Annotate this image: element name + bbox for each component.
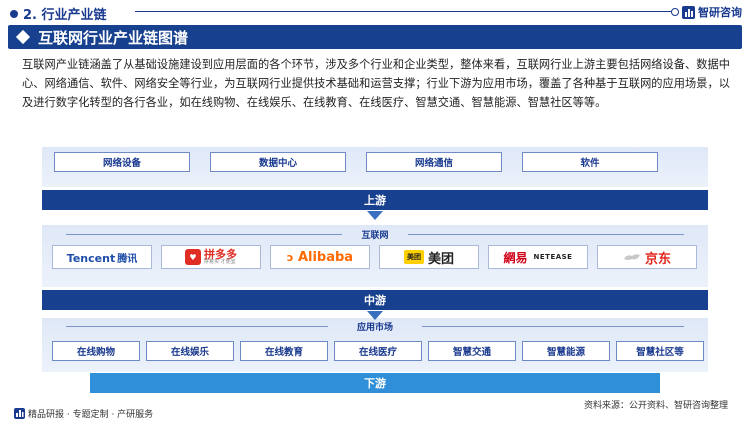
jd-logo: 京东 [623, 248, 671, 267]
downstream-stage-bar: 下游 [90, 373, 660, 393]
jd-dog-icon [623, 254, 640, 260]
midstream-sublabel: 互联网 [361, 231, 389, 241]
page-title-bar: 互联网行业产业链图谱 [8, 25, 742, 49]
sublabel-line [408, 234, 684, 235]
downstream-item: 在线购物 [52, 341, 140, 361]
upstream-item: 数据中心 [210, 152, 346, 172]
brand-icon [14, 408, 25, 419]
source-note: 资料来源：公开资料、智研咨询整理 [583, 401, 728, 411]
netease-logo: 網易 NETEASE [503, 250, 573, 265]
sublabel-line [422, 326, 684, 327]
upstream-item: 网络通信 [366, 152, 502, 172]
pinduoduo-logo: ♥ 拼多多 拼着买 才便宜 [185, 249, 237, 265]
downstream-item: 智慧能源 [522, 341, 610, 361]
upstream-item: 软件 [522, 152, 658, 172]
pinduoduo-mark-icon: ♥ [185, 249, 201, 265]
downstream-item: 在线医疗 [334, 341, 422, 361]
downstream-item: 在线娱乐 [146, 341, 234, 361]
brand-name: 智研咨询 [698, 6, 742, 19]
sublabel-line [66, 326, 328, 327]
page-title: 互联网行业产业链图谱 [38, 28, 189, 47]
industry-chain-diagram: 网络设备 数据中心 网络通信 软件 上游 互联网 Tencent 腾讯 ♥ 拼多多… [42, 147, 708, 393]
company-logo-pinduoduo: ♥ 拼多多 拼着买 才便宜 [161, 245, 261, 269]
meituan-logo: 美团 美团 [403, 248, 454, 267]
downstream-sublabel: 应用市场 [356, 323, 393, 333]
section-label: 2. 行业产业链 [23, 8, 107, 23]
diamond-icon [15, 29, 31, 45]
brand-logo: 智研咨询 [682, 4, 742, 20]
company-logo-tencent: Tencent 腾讯 [52, 245, 152, 269]
sublabel-line [66, 234, 342, 235]
top-bar: 2. 行业产业链 智研咨询 [0, 0, 750, 24]
intro-paragraph: 互联网产业链涵盖了从基础设施建设到应用层面的各个环节，涉及多个行业和企业类型，整… [22, 58, 730, 109]
company-logo-alibaba: ↄ Alibaba [270, 245, 370, 269]
footer-tagline: 精品研报 · 专题定制 · 产研服务 [14, 407, 153, 420]
downstream-item: 智慧交通 [428, 341, 516, 361]
downstream-item: 智慧社区等 [616, 341, 704, 361]
section-heading: 2. 行业产业链 [10, 4, 107, 23]
bullet-dot-icon [10, 10, 18, 18]
midstream-stage-bar: 中游 [42, 290, 708, 310]
brand-icon [682, 5, 695, 19]
company-logo-jd: 京东 [597, 245, 697, 269]
upstream-item: 网络设备 [54, 152, 190, 172]
downstream-item: 在线教育 [240, 341, 328, 361]
arrow-down-icon [367, 311, 383, 320]
alibaba-logo: ↄ Alibaba [286, 249, 354, 265]
arrow-down-icon [367, 211, 383, 220]
company-logo-meituan: 美团 美团 [379, 245, 479, 269]
upstream-stage-bar: 上游 [42, 190, 708, 210]
tencent-logo: Tencent 腾讯 [66, 251, 138, 265]
company-logo-netease: 網易 NETEASE [488, 245, 588, 269]
header-divider [135, 8, 679, 16]
